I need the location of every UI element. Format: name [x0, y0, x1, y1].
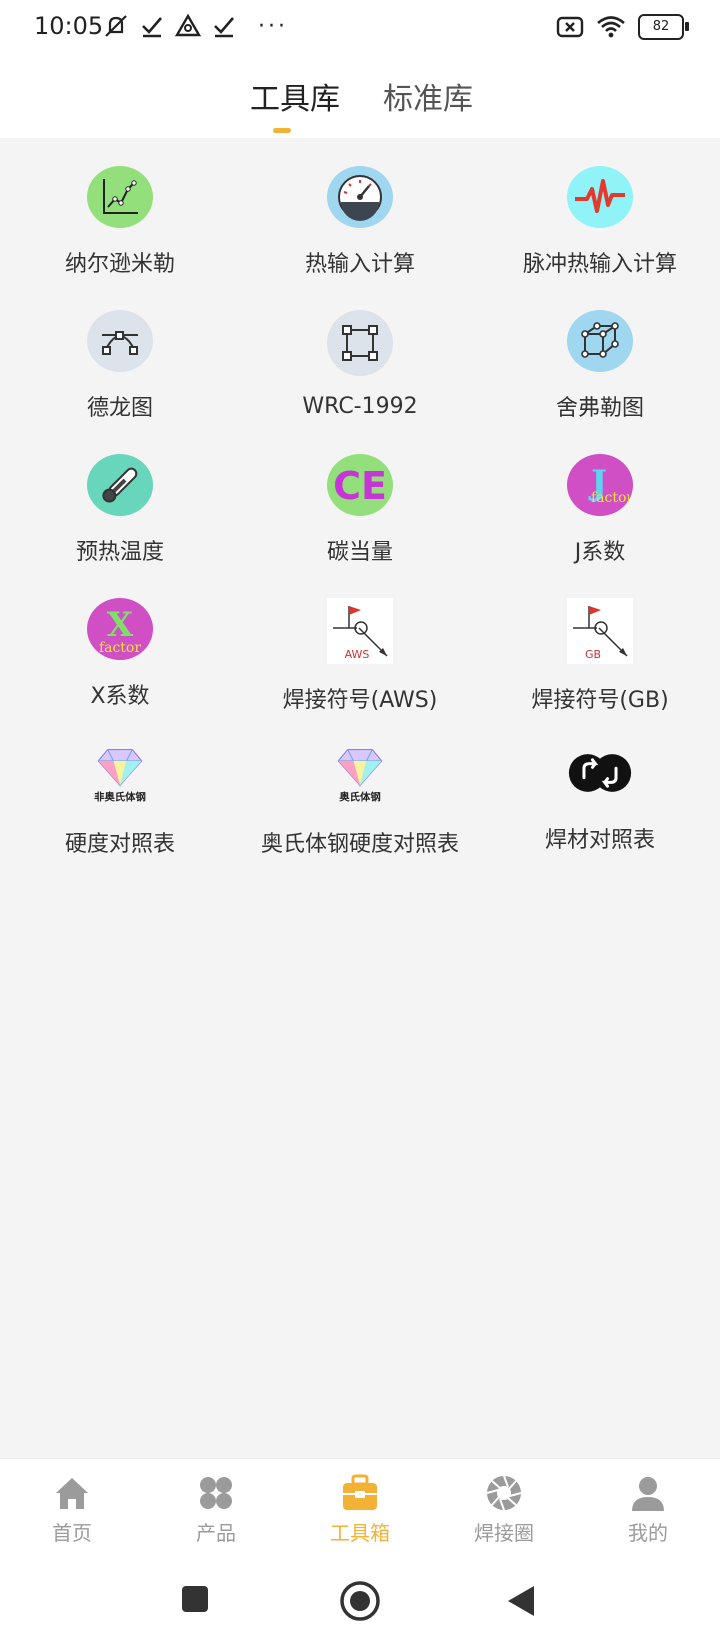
weld-symbol-gb-icon: GB: [567, 598, 633, 664]
tool-label: 热输入计算: [304, 252, 415, 277]
hardness-badge: 非奥氏体钢: [94, 790, 146, 803]
tool-label: 德龙图: [86, 396, 153, 421]
tool-grid: 纳尔逊米勒 热输入计算 脉冲热输入计算 德龙图 WRC-1992 舍弗勒图 预热…: [0, 150, 720, 857]
tool-carbon-equivalent[interactable]: CE 碳当量: [240, 438, 480, 566]
x-factor-icon: Xfactor: [87, 598, 153, 660]
thermometer-icon: [87, 454, 153, 516]
more-dots-icon: ···: [258, 13, 288, 39]
tool-label: 焊接符号(AWS): [282, 688, 438, 713]
back-triangle-icon[interactable]: [506, 1584, 536, 1618]
active-tab-indicator: [273, 128, 291, 133]
tool-label: 碳当量: [326, 540, 393, 565]
nav-welding-circle[interactable]: 焊接圈: [432, 1459, 576, 1563]
tool-hardness-table[interactable]: 非奥氏体钢 硬度对照表: [0, 726, 240, 857]
status-bar: 10:05 ··· 82: [0, 0, 720, 54]
svg-text:X: X: [107, 605, 134, 645]
home-icon: [56, 1478, 88, 1509]
nav-profile[interactable]: 我的: [576, 1459, 720, 1563]
nav-label: 焊接圈: [474, 1521, 534, 1545]
tool-label: X系数: [90, 684, 150, 709]
tool-heat-input[interactable]: 热输入计算: [240, 150, 480, 278]
tool-x-factor[interactable]: Xfactor X系数: [0, 582, 240, 710]
tool-schaeffler-diagram[interactable]: 舍弗勒图: [480, 294, 720, 422]
home-circle-icon[interactable]: [339, 1580, 381, 1622]
line-chart-icon: [87, 166, 153, 228]
diamond-icon: 非奥氏体钢: [87, 742, 153, 808]
tool-weld-symbol-gb[interactable]: GB 焊接符号(GB): [480, 582, 720, 713]
tool-pulse-heat-input[interactable]: 脉冲热输入计算: [480, 150, 720, 278]
gauge-icon: [327, 166, 393, 228]
tool-j-factor[interactable]: Jfactor J系数: [480, 438, 720, 566]
tool-label: 预热温度: [75, 540, 164, 565]
svg-text:factor: factor: [99, 640, 141, 656]
status-notifications: ···: [102, 12, 288, 40]
weld-symbol-aws-icon: AWS: [327, 598, 393, 664]
cube-icon: [567, 310, 633, 372]
nav-toolbox[interactable]: 工具箱: [288, 1459, 432, 1563]
tool-label: 纳尔逊米勒: [64, 252, 175, 277]
wifi-icon: [597, 16, 625, 38]
svg-text:factor: factor: [591, 490, 629, 506]
tool-delong-diagram[interactable]: 德龙图: [0, 294, 240, 422]
sim-error-icon: [556, 16, 584, 38]
nav-products[interactable]: 产品: [144, 1459, 288, 1563]
nav-label: 产品: [196, 1521, 236, 1545]
recent-apps-icon[interactable]: [180, 1584, 210, 1614]
tool-nelson-miller[interactable]: 纳尔逊米勒: [0, 150, 240, 278]
bottom-navigation: 首页 产品 工具箱 焊接圈 我的: [0, 1458, 720, 1563]
tool-label: 焊材对照表: [544, 828, 655, 853]
tool-label: 奥氏体钢硬度对照表: [260, 832, 459, 857]
j-factor-icon: Jfactor: [567, 454, 633, 516]
nav-label: 首页: [52, 1521, 92, 1545]
nav-label: 我的: [628, 1521, 668, 1545]
tool-weld-symbol-aws[interactable]: AWS 焊接符号(AWS): [240, 582, 480, 713]
tool-label: 硬度对照表: [64, 832, 175, 857]
diamond-icon: 奥氏体钢: [327, 742, 393, 808]
system-navigation-bar: [0, 1562, 720, 1650]
battery-indicator: 82: [638, 14, 689, 40]
tool-label: 脉冲热输入计算: [522, 252, 677, 277]
exchange-icon: [567, 742, 633, 804]
nav-label: 工具箱: [330, 1521, 390, 1545]
weld-badge-gb: GB: [585, 648, 601, 661]
tool-label: 舍弗勒图: [555, 396, 644, 421]
top-tabs: 工具库 标准库: [0, 54, 720, 138]
bezier-curve-icon: [87, 310, 153, 372]
toolbox-icon: [343, 1474, 377, 1510]
ce-icon: CE: [327, 454, 393, 516]
aperture-icon: [486, 1475, 522, 1511]
tool-label: J系数: [574, 540, 626, 565]
nav-home[interactable]: 首页: [0, 1459, 144, 1563]
austenitic-badge: 奥氏体钢: [339, 790, 380, 803]
status-time: 10:05: [34, 12, 104, 40]
tab-standard-library[interactable]: 标准库: [383, 74, 473, 118]
tool-filler-material-table[interactable]: 焊材对照表: [480, 726, 720, 854]
tool-preheat-temperature[interactable]: 预热温度: [0, 438, 240, 566]
weld-badge-aws: AWS: [345, 648, 370, 661]
triangle-icon: [174, 13, 202, 37]
tool-label: 焊接符号(GB): [531, 688, 669, 713]
check-icon: [214, 17, 234, 38]
pulse-icon: [567, 166, 633, 228]
status-system: 82: [556, 14, 689, 40]
tool-label: WRC-1992: [302, 394, 418, 419]
vector-square-icon: [327, 310, 393, 376]
mute-icon: [105, 15, 127, 37]
grid-icon: [200, 1477, 232, 1509]
tool-wrc-1992[interactable]: WRC-1992: [240, 294, 480, 422]
tool-austenitic-hardness-table[interactable]: 奥氏体钢 奥氏体钢硬度对照表: [240, 726, 480, 857]
user-icon: [632, 1477, 664, 1511]
check-icon: [142, 17, 162, 38]
svg-text:CE: CE: [333, 464, 387, 507]
tab-tool-library[interactable]: 工具库: [250, 74, 340, 118]
